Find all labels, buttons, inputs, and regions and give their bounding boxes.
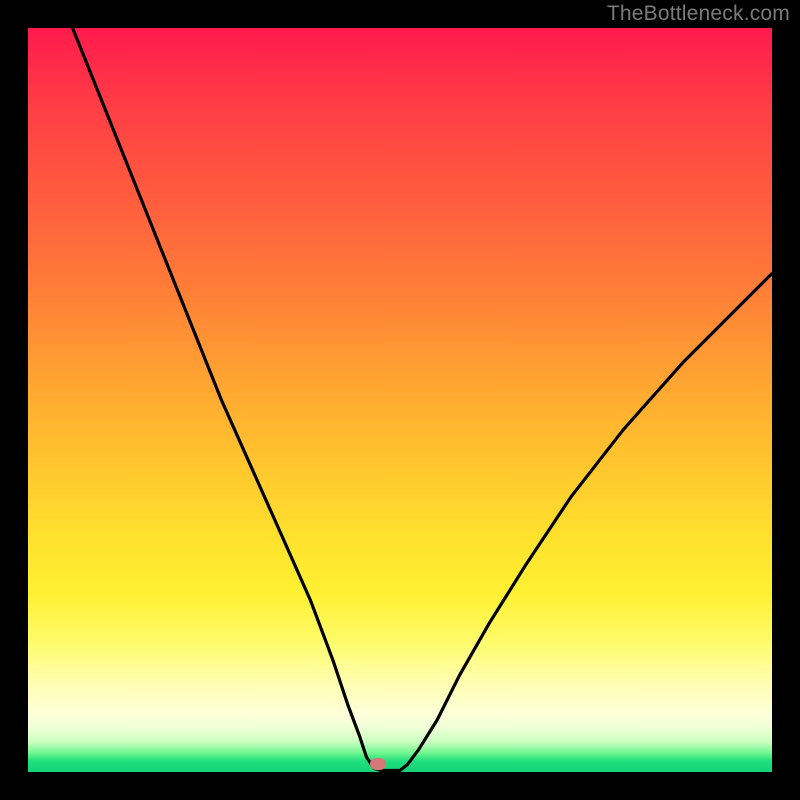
bottleneck-curve-path: [73, 28, 772, 771]
chart-frame: TheBottleneck.com: [0, 0, 800, 800]
plot-area: [28, 28, 772, 772]
watermark-text: TheBottleneck.com: [607, 2, 790, 26]
curve-svg: [28, 28, 772, 772]
optimal-point-marker: [370, 758, 386, 770]
